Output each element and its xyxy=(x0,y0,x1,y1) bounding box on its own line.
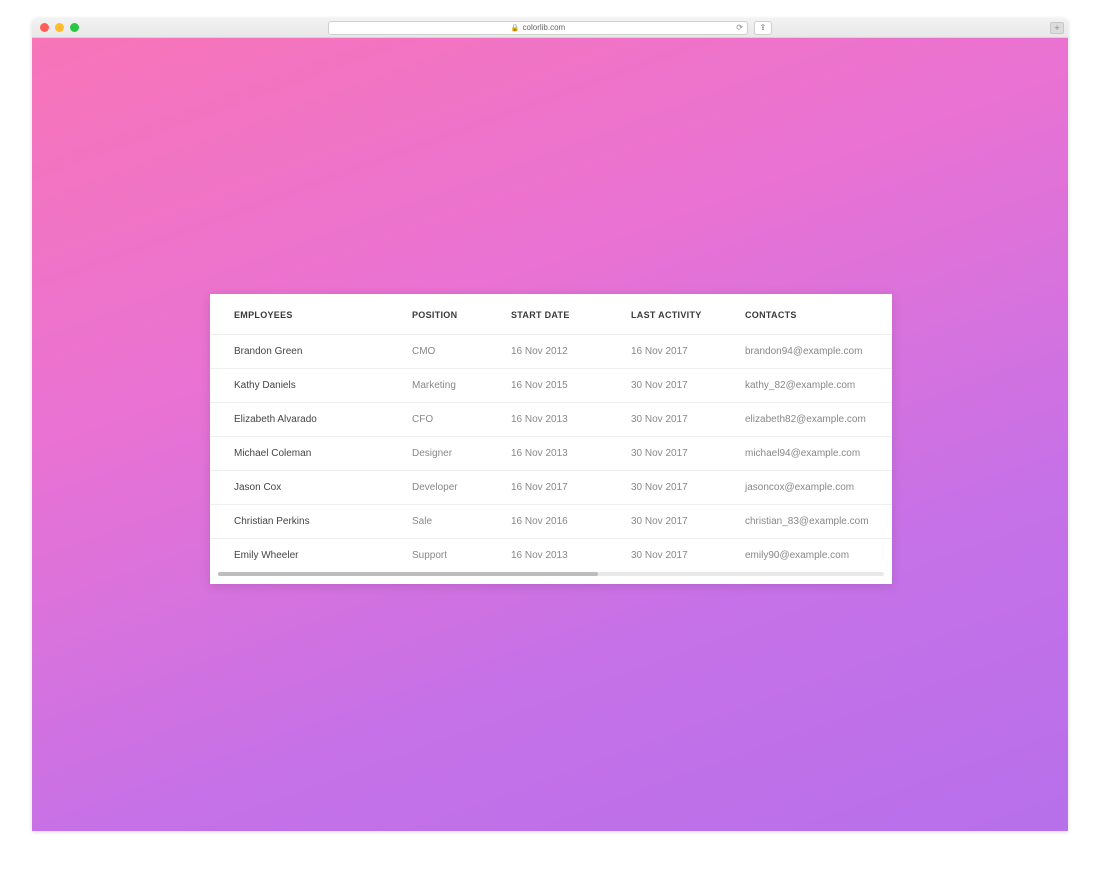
horizontal-scrollbar[interactable] xyxy=(218,572,884,576)
page-viewport: EMPLOYEES POSITION START DATE LAST ACTIV… xyxy=(32,38,1068,831)
browser-window: 🔒 colorlib.com ⟳ ⇪ + EMPLOYEES POSITION … xyxy=(32,18,1068,831)
cell-activity: 30 Nov 2017 xyxy=(619,403,733,437)
table-header-row: EMPLOYEES POSITION START DATE LAST ACTIV… xyxy=(210,294,892,335)
table-row[interactable]: Jason Cox Developer 16 Nov 2017 30 Nov 2… xyxy=(210,471,892,505)
cell-start: 16 Nov 2012 xyxy=(499,335,619,369)
new-tab-button[interactable]: + xyxy=(1050,22,1064,34)
cell-activity: 16 Nov 2017 xyxy=(619,335,733,369)
cell-position: Marketing xyxy=(400,369,499,403)
cell-position: Sale xyxy=(400,505,499,539)
cell-name: Michael Coleman xyxy=(210,437,400,471)
cell-activity: 30 Nov 2017 xyxy=(619,471,733,505)
cell-name: Brandon Green xyxy=(210,335,400,369)
cell-start: 16 Nov 2016 xyxy=(499,505,619,539)
cell-position: CMO xyxy=(400,335,499,369)
close-window-button[interactable] xyxy=(40,23,49,32)
cell-contact: emily90@example.com xyxy=(733,539,892,573)
table-row[interactable]: Emily Wheeler Support 16 Nov 2013 30 Nov… xyxy=(210,539,892,573)
cell-start: 16 Nov 2013 xyxy=(499,539,619,573)
cell-name: Jason Cox xyxy=(210,471,400,505)
address-bar[interactable]: 🔒 colorlib.com ⟳ xyxy=(328,21,748,35)
scrollbar-thumb[interactable] xyxy=(218,572,598,576)
header-last-activity[interactable]: LAST ACTIVITY xyxy=(619,294,733,335)
cell-position: CFO xyxy=(400,403,499,437)
cell-activity: 30 Nov 2017 xyxy=(619,369,733,403)
cell-contact: christian_83@example.com xyxy=(733,505,892,539)
lock-icon: 🔒 xyxy=(511,24,520,32)
cell-activity: 30 Nov 2017 xyxy=(619,505,733,539)
cell-contact: michael94@example.com xyxy=(733,437,892,471)
cell-name: Emily Wheeler xyxy=(210,539,400,573)
cell-name: Kathy Daniels xyxy=(210,369,400,403)
employees-table-card: EMPLOYEES POSITION START DATE LAST ACTIV… xyxy=(210,294,892,584)
titlebar: 🔒 colorlib.com ⟳ ⇪ + xyxy=(32,18,1068,38)
cell-position: Developer xyxy=(400,471,499,505)
cell-contact: elizabeth82@example.com xyxy=(733,403,892,437)
cell-name: Christian Perkins xyxy=(210,505,400,539)
reload-icon[interactable]: ⟳ xyxy=(736,23,743,32)
table-row[interactable]: Christian Perkins Sale 16 Nov 2016 30 No… xyxy=(210,505,892,539)
cell-activity: 30 Nov 2017 xyxy=(619,437,733,471)
cell-contact: jasoncox@example.com xyxy=(733,471,892,505)
maximize-window-button[interactable] xyxy=(70,23,79,32)
table-row[interactable]: Kathy Daniels Marketing 16 Nov 2015 30 N… xyxy=(210,369,892,403)
cell-start: 16 Nov 2015 xyxy=(499,369,619,403)
minimize-window-button[interactable] xyxy=(55,23,64,32)
header-contacts[interactable]: CONTACTS xyxy=(733,294,892,335)
cell-activity: 30 Nov 2017 xyxy=(619,539,733,573)
url-host: colorlib.com xyxy=(523,23,566,32)
cell-name: Elizabeth Alvarado xyxy=(210,403,400,437)
cell-position: Support xyxy=(400,539,499,573)
employees-table: EMPLOYEES POSITION START DATE LAST ACTIV… xyxy=(210,294,892,572)
cell-start: 16 Nov 2017 xyxy=(499,471,619,505)
cell-start: 16 Nov 2013 xyxy=(499,437,619,471)
address-bar-wrap: 🔒 colorlib.com ⟳ ⇪ xyxy=(328,21,772,35)
traffic-lights xyxy=(40,23,79,32)
header-start-date[interactable]: START DATE xyxy=(499,294,619,335)
cell-position: Designer xyxy=(400,437,499,471)
cell-contact: brandon94@example.com xyxy=(733,335,892,369)
cell-contact: kathy_82@example.com xyxy=(733,369,892,403)
cell-start: 16 Nov 2013 xyxy=(499,403,619,437)
header-position[interactable]: POSITION xyxy=(400,294,499,335)
header-employees[interactable]: EMPLOYEES xyxy=(210,294,400,335)
share-button[interactable]: ⇪ xyxy=(754,21,772,35)
table-row[interactable]: Brandon Green CMO 16 Nov 2012 16 Nov 201… xyxy=(210,335,892,369)
table-row[interactable]: Michael Coleman Designer 16 Nov 2013 30 … xyxy=(210,437,892,471)
table-row[interactable]: Elizabeth Alvarado CFO 16 Nov 2013 30 No… xyxy=(210,403,892,437)
